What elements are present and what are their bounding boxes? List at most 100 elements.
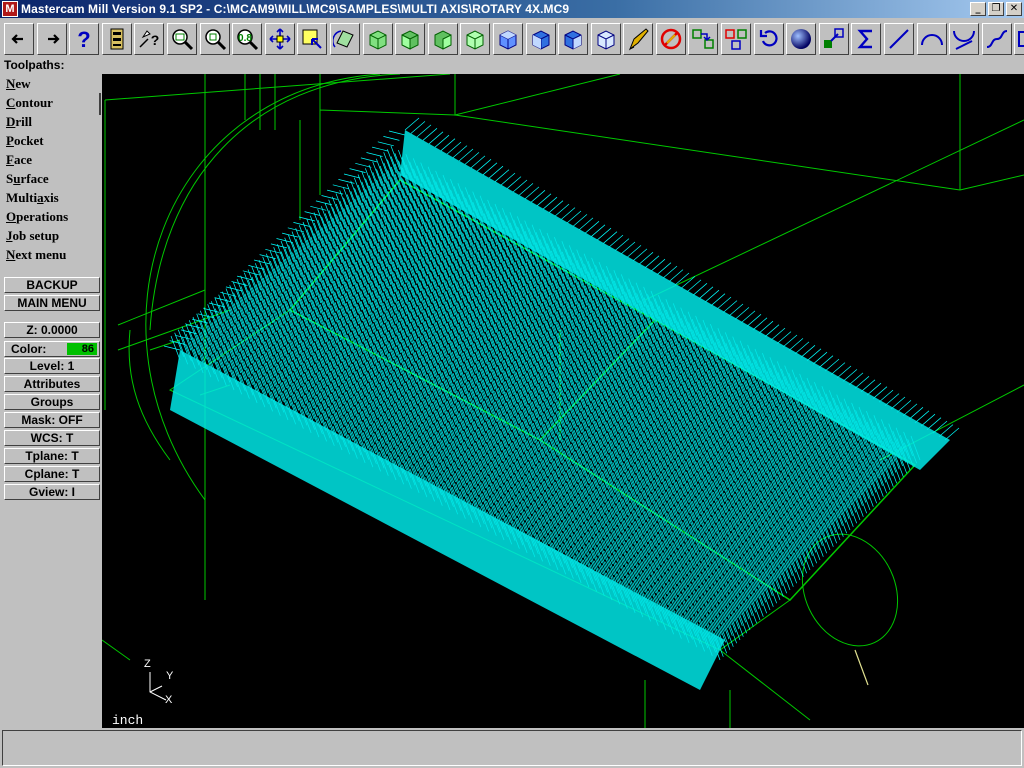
group-button[interactable] <box>721 23 752 55</box>
toolpath-vector <box>464 306 475 332</box>
toolpath-vector <box>374 267 385 292</box>
solid-front-button[interactable] <box>525 23 556 55</box>
toolpath-vector <box>413 200 424 225</box>
toolpath-vector <box>181 326 192 351</box>
back-button[interactable] <box>4 23 34 55</box>
gview-button[interactable]: Gview: I <box>4 484 100 500</box>
view-iso-button[interactable] <box>460 23 491 55</box>
analyze-button[interactable]: ? <box>134 23 165 55</box>
toolpath-vector <box>366 231 376 256</box>
toolpath-vector <box>303 264 314 289</box>
z-depth-button[interactable]: Z: 0.0000 <box>4 322 100 338</box>
toolpath-vector <box>291 351 302 376</box>
arc-button[interactable] <box>916 23 947 55</box>
help-button[interactable]: ? <box>69 23 100 55</box>
toolpath-vector <box>380 327 390 352</box>
menu-item-next-menu[interactable]: Next menu <box>6 246 98 264</box>
shade-button[interactable] <box>786 23 817 55</box>
forward-button[interactable] <box>36 23 67 55</box>
toolpath-vector <box>308 313 319 339</box>
select-button[interactable] <box>297 23 328 55</box>
sum-button[interactable] <box>851 23 882 55</box>
menu-item-job-setup[interactable]: Job setup <box>6 227 98 245</box>
toolpath-vector <box>461 222 472 247</box>
close-icon: ✕ <box>1009 3 1019 14</box>
toolpath-vector <box>422 246 432 271</box>
wcs-button[interactable]: WCS: T <box>4 430 100 446</box>
toolpath-vector <box>294 337 305 362</box>
toolpath-vector <box>492 259 503 285</box>
view-iso-icon <box>466 30 484 50</box>
toolpath-vector <box>439 209 450 234</box>
toolbar-page-button[interactable] <box>101 23 132 55</box>
toolpath-vector <box>238 331 249 357</box>
toolpath-vector <box>507 278 518 304</box>
color-button[interactable]: Color: 86 <box>4 341 100 357</box>
menu-item-face[interactable]: Face <box>6 151 98 169</box>
backup-button[interactable]: BACKUP <box>4 277 100 293</box>
level-button-menu[interactable]: Level: 1 <box>4 358 100 374</box>
toolpath-vector <box>245 314 255 340</box>
groups-button[interactable]: Groups <box>4 394 100 410</box>
toolpath-vector <box>489 273 499 299</box>
zoom-window-button[interactable] <box>166 23 197 55</box>
attributes-button[interactable]: Attributes <box>4 376 100 392</box>
toolpath-vector <box>274 278 284 304</box>
view-side-button[interactable] <box>427 23 458 55</box>
toolpath-vector <box>440 251 451 277</box>
app-icon[interactable]: M <box>2 1 18 17</box>
no-entry-button[interactable] <box>655 23 686 55</box>
tplane-button[interactable]: Tplane: T <box>4 448 100 464</box>
title-bar[interactable]: M Mastercam Mill Version 9.1 SP2 - C:\MC… <box>0 0 1024 18</box>
menu-item-drill[interactable]: Drill <box>6 113 98 131</box>
toolpath-vector <box>411 277 422 302</box>
solid-top-button[interactable] <box>492 23 523 55</box>
toolpath-vector <box>376 330 387 356</box>
rotate-view-button[interactable] <box>329 23 360 55</box>
menu-item-operations[interactable]: Operations <box>6 208 98 226</box>
toolpath-vector <box>329 262 340 288</box>
toolpath-vector <box>343 218 354 243</box>
main-menu-button[interactable]: MAIN MENU <box>4 295 100 311</box>
restore-button[interactable]: ❐ <box>988 2 1004 16</box>
toolpath-vector <box>352 275 363 300</box>
solid-iso-button[interactable] <box>590 23 621 55</box>
rectangle-button[interactable] <box>1014 23 1024 55</box>
toolpath-vector <box>226 320 237 345</box>
trim-button[interactable] <box>949 23 980 55</box>
graphics-viewport[interactable]: Z Y X inch <box>102 74 1024 728</box>
pan-button[interactable] <box>264 23 295 55</box>
menu-scrollbar[interactable] <box>99 93 101 115</box>
zoom-out-button[interactable] <box>199 23 230 55</box>
mask-button[interactable]: Mask: OFF <box>4 412 100 428</box>
view-front-button[interactable] <box>395 23 426 55</box>
toolpath-vector <box>472 311 482 336</box>
line-button[interactable] <box>884 23 915 55</box>
menu-item-pocket[interactable]: Pocket <box>6 132 98 150</box>
transform-button[interactable] <box>688 23 719 55</box>
menu-item-multiaxis[interactable]: Multiaxis <box>6 189 98 207</box>
spline-button[interactable] <box>981 23 1012 55</box>
close-button[interactable]: ✕ <box>1006 2 1022 16</box>
level-button[interactable] <box>818 23 849 55</box>
view-top-button[interactable] <box>362 23 393 55</box>
menu-item-new[interactable]: New <box>6 75 98 93</box>
toolpath-vector <box>331 196 342 221</box>
menu-item-text: ace <box>13 152 32 167</box>
status-bar <box>2 730 1022 766</box>
erase-button[interactable] <box>623 23 654 55</box>
toolpath-vector <box>298 323 308 348</box>
solid-side-button[interactable] <box>558 23 589 55</box>
menu-item-surface[interactable]: Surface <box>6 170 98 188</box>
menu-item-contour[interactable]: Contour <box>6 94 98 112</box>
zoom-fit-button[interactable]: 0.8 <box>232 23 263 55</box>
toolpath-vector <box>273 247 284 272</box>
toolpath-vector <box>376 320 386 345</box>
minimize-button[interactable]: _ <box>970 2 986 16</box>
undo-button[interactable] <box>753 23 784 55</box>
toolpath-vector <box>313 212 324 237</box>
toolpath-vector <box>470 268 481 293</box>
toolpath-vector <box>480 237 491 263</box>
toolpath-vector <box>251 276 262 302</box>
cplane-button[interactable]: Cplane: T <box>4 466 100 482</box>
